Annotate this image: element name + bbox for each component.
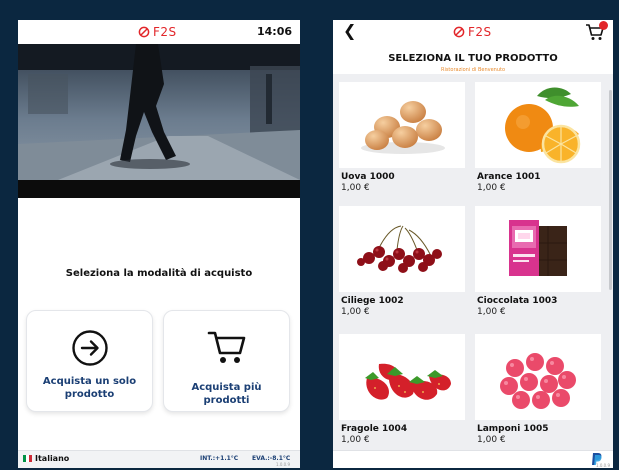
product-price: 1,00 € <box>477 307 506 317</box>
product-image-chocolate <box>475 206 601 292</box>
product-price: 1,00 € <box>477 183 506 193</box>
purchase-mode-screen: F2S 14:06 Seleziona la modalità di acqui… <box>18 20 300 468</box>
evaporator-temperature: EVA.:-8.1°C <box>252 455 291 462</box>
product-image-cherries <box>339 206 465 292</box>
language-label: Italiano <box>35 454 70 463</box>
buy-single-product-label: Acquista un solo prodotto <box>42 376 137 400</box>
product-price: 1,00 € <box>477 435 506 445</box>
arrow-right-circle-icon <box>71 330 108 366</box>
product-name: Lamponi 1005 <box>477 424 549 434</box>
buy-multiple-products-button[interactable]: Acquista più prodotti <box>163 310 290 412</box>
hero-image <box>18 44 300 180</box>
product-price: 1,00 € <box>341 183 370 193</box>
product-price: 1,00 € <box>341 435 370 445</box>
brand-logo: F2S <box>138 25 177 39</box>
hero-bottom-band <box>18 180 300 198</box>
product-name: Uova 1000 <box>341 172 395 182</box>
cart-icon <box>207 331 245 363</box>
logo-text: F2S <box>153 25 177 39</box>
logo-text: F2S <box>468 25 492 39</box>
status-footer: Italiano INT.:+1.1°C EVA.:-8.1°C 1.0.0.9 <box>18 450 300 468</box>
product-price: 1,00 € <box>341 307 370 317</box>
product-image-oranges <box>475 82 601 168</box>
top-bar: ❮ F2S SELEZIONA IL TUO PRODOTTO Ristoraz… <box>333 20 613 74</box>
cart-button[interactable] <box>585 21 608 41</box>
product-name: Cioccolata 1003 <box>477 296 558 306</box>
italian-flag-icon <box>23 455 32 462</box>
page-subtitle: Ristorazioni di Benvenuto <box>440 67 506 73</box>
internal-temperature: INT.:+1.1°C <box>200 455 239 462</box>
f2s-logo-icon <box>453 26 465 38</box>
language-selector[interactable]: Italiano <box>23 454 69 463</box>
product-name: Ciliege 1002 <box>341 296 404 306</box>
f2s-logo-icon <box>138 26 150 38</box>
version-label: 1.0.0.9 <box>596 463 610 468</box>
top-bar: F2S 14:06 <box>18 20 300 44</box>
payment-footer: 1.0.0.9 <box>333 450 613 468</box>
product-image-eggs <box>339 82 465 168</box>
purchase-mode-prompt: Seleziona la modalità di acquisto <box>65 268 253 279</box>
buy-multiple-products-label: Acquista più prodotti <box>191 382 262 406</box>
product-name: Arance 1001 <box>477 172 541 182</box>
product-image-raspberries <box>475 334 601 420</box>
product-image-strawberries <box>339 334 465 420</box>
cart-count-badge <box>599 21 608 30</box>
back-chevron-icon[interactable]: ❮ <box>343 21 356 40</box>
version-label: 1.0.0.9 <box>276 462 290 467</box>
product-selection-screen: ❮ F2S SELEZIONA IL TUO PRODOTTO Ristoraz… <box>333 20 613 468</box>
product-list-scrollbar[interactable] <box>609 90 612 290</box>
clock: 14:06 <box>256 25 292 38</box>
product-name: Fragole 1004 <box>341 424 408 434</box>
page-title: SELEZIONA IL TUO PRODOTTO <box>388 53 558 64</box>
brand-logo: F2S <box>453 25 492 39</box>
buy-single-product-button[interactable]: Acquista un solo prodotto <box>26 310 153 412</box>
